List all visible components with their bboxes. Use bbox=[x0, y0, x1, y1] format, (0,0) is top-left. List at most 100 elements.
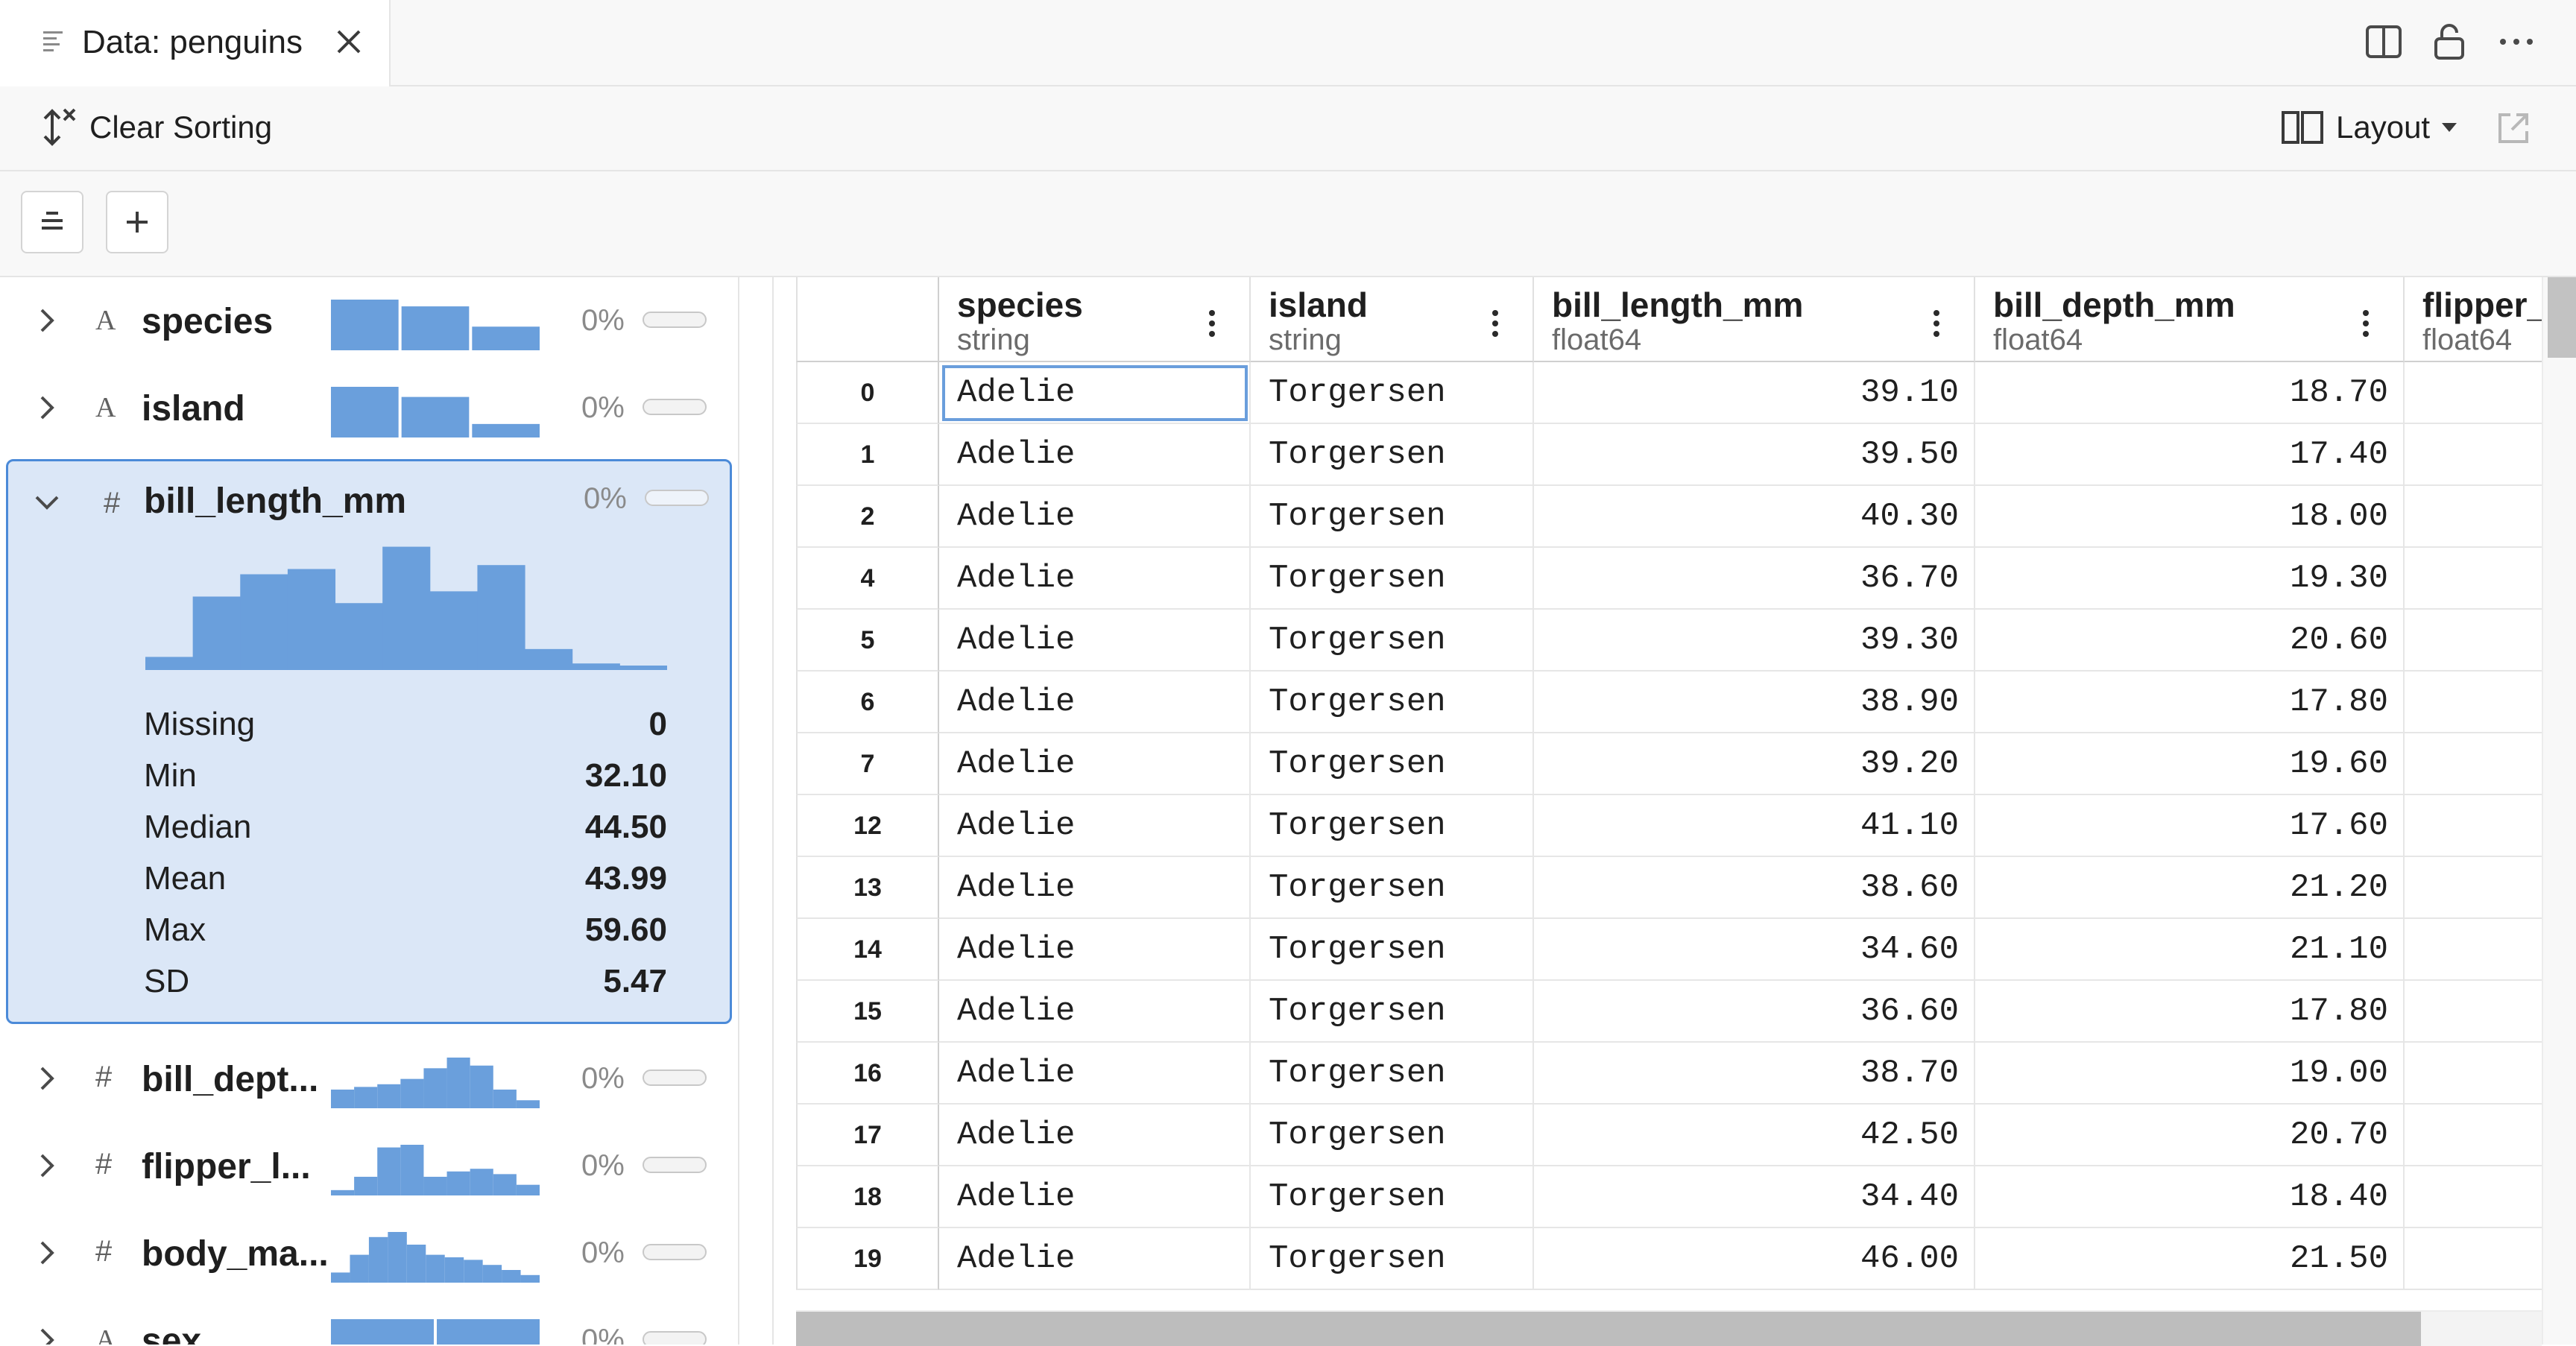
cell-island[interactable]: Torgersen bbox=[1251, 981, 1534, 1043]
close-icon[interactable] bbox=[334, 27, 364, 57]
add-button[interactable] bbox=[106, 191, 168, 253]
cell-species[interactable]: Adelie bbox=[939, 1043, 1251, 1105]
cell-island[interactable]: Torgersen bbox=[1251, 1043, 1534, 1105]
cell-island[interactable]: Torgersen bbox=[1251, 1166, 1534, 1228]
cell-species[interactable]: Adelie bbox=[939, 672, 1251, 733]
cell-island[interactable]: Torgersen bbox=[1251, 857, 1534, 919]
cell-island[interactable]: Torgersen bbox=[1251, 919, 1534, 981]
cell-island[interactable]: Torgersen bbox=[1251, 424, 1534, 486]
column-header-island[interactable]: island string bbox=[1251, 277, 1534, 362]
cell-species[interactable]: Adelie bbox=[939, 1105, 1251, 1166]
column-header-bill-depth-mm[interactable]: bill_depth_mm float64 bbox=[1975, 277, 2405, 362]
horizontal-scrollbar[interactable] bbox=[796, 1310, 2542, 1346]
chevron-right-icon[interactable] bbox=[33, 1064, 60, 1093]
cell-species[interactable]: Adelie bbox=[939, 424, 1251, 486]
cell-island[interactable]: Torgersen bbox=[1251, 610, 1534, 672]
chevron-down-icon[interactable] bbox=[34, 488, 60, 518]
cell-bill-length-mm[interactable]: 34.60 bbox=[1534, 919, 1975, 981]
clear-sorting-button[interactable]: Clear Sorting bbox=[37, 103, 272, 152]
summary-row-species[interactable]: A species 0% bbox=[0, 277, 738, 364]
summary-row-flipper-length-mm[interactable]: # flipper_l... 0% bbox=[0, 1122, 738, 1210]
cell-bill-length-mm[interactable]: 39.10 bbox=[1534, 362, 1975, 424]
cell-species[interactable]: Adelie bbox=[939, 362, 1251, 424]
cell-island[interactable]: Torgersen bbox=[1251, 486, 1534, 548]
cell-flipper-length-mm[interactable] bbox=[2405, 733, 2542, 795]
collapse-all-button[interactable] bbox=[21, 191, 83, 253]
cell-bill-length-mm[interactable]: 39.20 bbox=[1534, 733, 1975, 795]
summary-row-island[interactable]: A island 0% bbox=[0, 364, 738, 452]
chevron-right-icon[interactable] bbox=[33, 1325, 60, 1345]
summary-row-body-mass-g[interactable]: # body_ma... 0% bbox=[0, 1210, 738, 1297]
cell-flipper-length-mm[interactable] bbox=[2405, 362, 2542, 424]
cell-flipper-length-mm[interactable] bbox=[2405, 857, 2542, 919]
cell-flipper-length-mm[interactable] bbox=[2405, 548, 2542, 610]
vertical-scroll-thumb[interactable] bbox=[2548, 277, 2576, 358]
column-header-bill-length-mm[interactable]: bill_length_mm float64 bbox=[1534, 277, 1975, 362]
tab-data-penguins[interactable]: Data: penguins bbox=[0, 0, 391, 86]
panel-splitter[interactable] bbox=[772, 277, 774, 1345]
cell-bill-length-mm[interactable]: 42.50 bbox=[1534, 1105, 1975, 1166]
cell-bill-length-mm[interactable]: 38.90 bbox=[1534, 672, 1975, 733]
cell-flipper-length-mm[interactable] bbox=[2405, 1043, 2542, 1105]
cell-species[interactable]: Adelie bbox=[939, 981, 1251, 1043]
cell-flipper-length-mm[interactable] bbox=[2405, 981, 2542, 1043]
cell-species[interactable]: Adelie bbox=[939, 857, 1251, 919]
split-editor-icon[interactable] bbox=[2364, 22, 2403, 61]
cell-flipper-length-mm[interactable] bbox=[2405, 919, 2542, 981]
cell-flipper-length-mm[interactable] bbox=[2405, 1105, 2542, 1166]
cell-bill-depth-mm[interactable]: 21.20 bbox=[1975, 857, 2405, 919]
vertical-scrollbar[interactable] bbox=[2542, 277, 2576, 1345]
cell-bill-depth-mm[interactable]: 19.00 bbox=[1975, 1043, 2405, 1105]
summary-row-bill-depth-mm[interactable]: # bill_dept... 0% bbox=[0, 1035, 738, 1122]
cell-island[interactable]: Torgersen bbox=[1251, 733, 1534, 795]
cell-species[interactable]: Adelie bbox=[939, 548, 1251, 610]
chevron-right-icon[interactable] bbox=[33, 1151, 60, 1181]
cell-bill-length-mm[interactable]: 34.40 bbox=[1534, 1166, 1975, 1228]
column-menu-icon[interactable] bbox=[1491, 309, 1500, 338]
cell-bill-depth-mm[interactable]: 17.40 bbox=[1975, 424, 2405, 486]
cell-bill-depth-mm[interactable]: 21.10 bbox=[1975, 919, 2405, 981]
cell-bill-depth-mm[interactable]: 18.70 bbox=[1975, 362, 2405, 424]
cell-flipper-length-mm[interactable] bbox=[2405, 424, 2542, 486]
cell-bill-length-mm[interactable]: 36.70 bbox=[1534, 548, 1975, 610]
cell-island[interactable]: Torgersen bbox=[1251, 1105, 1534, 1166]
cell-bill-length-mm[interactable]: 41.10 bbox=[1534, 795, 1975, 857]
cell-bill-depth-mm[interactable]: 17.60 bbox=[1975, 795, 2405, 857]
unlock-icon[interactable] bbox=[2430, 22, 2469, 61]
cell-bill-length-mm[interactable]: 38.70 bbox=[1534, 1043, 1975, 1105]
cell-bill-length-mm[interactable]: 38.60 bbox=[1534, 857, 1975, 919]
column-menu-icon[interactable] bbox=[2361, 309, 2370, 338]
cell-flipper-length-mm[interactable] bbox=[2405, 1228, 2542, 1290]
column-header-species[interactable]: species string bbox=[939, 277, 1251, 362]
cell-species[interactable]: Adelie bbox=[939, 610, 1251, 672]
cell-bill-depth-mm[interactable]: 20.60 bbox=[1975, 610, 2405, 672]
cell-bill-length-mm[interactable]: 39.30 bbox=[1534, 610, 1975, 672]
cell-flipper-length-mm[interactable] bbox=[2405, 486, 2542, 548]
summary-row-bill-length-mm-expanded[interactable]: # bill_length_mm 0% Missing 0 Min 32.10 Me… bbox=[6, 459, 732, 1024]
cell-species[interactable]: Adelie bbox=[939, 795, 1251, 857]
cell-bill-depth-mm[interactable]: 19.30 bbox=[1975, 548, 2405, 610]
cell-bill-length-mm[interactable]: 36.60 bbox=[1534, 981, 1975, 1043]
cell-flipper-length-mm[interactable] bbox=[2405, 610, 2542, 672]
cell-island[interactable]: Torgersen bbox=[1251, 548, 1534, 610]
cell-flipper-length-mm[interactable] bbox=[2405, 672, 2542, 733]
cell-species[interactable]: Adelie bbox=[939, 1228, 1251, 1290]
cell-bill-depth-mm[interactable]: 18.00 bbox=[1975, 486, 2405, 548]
cell-bill-depth-mm[interactable]: 17.80 bbox=[1975, 981, 2405, 1043]
cell-island[interactable]: Torgersen bbox=[1251, 1228, 1534, 1290]
cell-island[interactable]: Torgersen bbox=[1251, 672, 1534, 733]
cell-species[interactable]: Adelie bbox=[939, 919, 1251, 981]
cell-island[interactable]: Torgersen bbox=[1251, 795, 1534, 857]
cell-species[interactable]: Adelie bbox=[939, 1166, 1251, 1228]
horizontal-scroll-thumb[interactable] bbox=[796, 1312, 2421, 1346]
column-header-flipper-length-mm[interactable]: flipper_ float64 bbox=[2405, 277, 2542, 362]
summary-row-sex[interactable]: A sex 0% bbox=[0, 1297, 738, 1345]
cell-bill-length-mm[interactable]: 46.00 bbox=[1534, 1228, 1975, 1290]
cell-island[interactable]: Torgersen bbox=[1251, 362, 1534, 424]
layout-button[interactable]: Layout bbox=[2281, 103, 2458, 152]
column-menu-icon[interactable] bbox=[1932, 309, 1941, 338]
cell-species[interactable]: Adelie bbox=[939, 486, 1251, 548]
column-menu-icon[interactable] bbox=[1208, 309, 1216, 338]
chevron-right-icon[interactable] bbox=[33, 393, 60, 423]
chevron-right-icon[interactable] bbox=[33, 1238, 60, 1268]
